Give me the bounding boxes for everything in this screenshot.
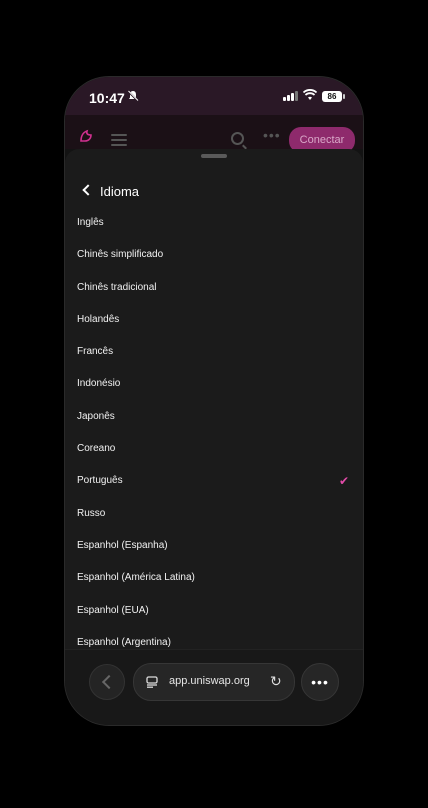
browser-back-button[interactable]: [89, 664, 125, 700]
battery-icon: 86: [322, 91, 345, 102]
status-time: 10:47: [89, 90, 125, 106]
reload-icon[interactable]: ↻: [270, 673, 282, 690]
checkmark-icon: ✔: [338, 474, 349, 489]
language-label: Chinês simplificado: [77, 249, 164, 261]
language-item[interactable]: Espanhol (Espanha): [65, 530, 363, 562]
language-item[interactable]: Holandês: [65, 304, 363, 336]
search-icon[interactable]: [231, 132, 244, 145]
language-item[interactable]: Espanhol (EUA): [65, 595, 363, 627]
page-menu-icon[interactable]: [146, 675, 158, 688]
cellular-signal-icon: [283, 91, 299, 101]
language-label: Francês: [77, 346, 114, 358]
language-label: Espanhol (EUA): [77, 604, 149, 616]
language-item[interactable]: Francês: [65, 336, 363, 368]
language-label: Russo: [77, 507, 106, 519]
language-sheet: Idioma Inglês Chinês simplificado Chinês…: [65, 149, 363, 649]
language-item[interactable]: Japonês: [65, 401, 363, 433]
language-item[interactable]: Coreano: [65, 433, 363, 465]
uniswap-logo-icon[interactable]: [79, 129, 93, 143]
language-label: Indonésio: [77, 378, 121, 390]
language-label: Holandês: [77, 313, 120, 325]
browser-toolbar: app.uniswap.org ↻ •••: [65, 649, 363, 725]
language-label: Espanhol (América Latina): [77, 572, 195, 584]
wifi-icon: [302, 88, 318, 106]
back-arrow-icon[interactable]: [81, 184, 91, 196]
language-list: Inglês Chinês simplificado Chinês tradic…: [65, 207, 363, 649]
language-label: Inglês: [77, 217, 104, 228]
browser-more-button[interactable]: •••: [301, 663, 339, 701]
more-options-icon[interactable]: •••: [263, 127, 281, 143]
language-label: Japonês: [77, 410, 115, 422]
language-label: Espanhol (Espanha): [77, 539, 168, 551]
sheet-drag-handle[interactable]: [201, 154, 227, 158]
bell-muted-icon: [127, 90, 139, 105]
sheet-title: Idioma: [100, 184, 140, 199]
language-label: Chinês tradicional: [77, 281, 157, 293]
language-item[interactable]: Chinês simplificado: [65, 239, 363, 271]
language-item[interactable]: Indonésio: [65, 368, 363, 400]
address-bar[interactable]: app.uniswap.org ↻: [133, 663, 295, 701]
phone-frame: 10:47 86 ••• Conectar Idioma Inglês Chin…: [65, 77, 363, 725]
status-bar: 10:47 86: [65, 77, 363, 115]
language-item[interactable]: Espanhol (Argentina): [65, 627, 363, 649]
language-item-selected[interactable]: Português ✔: [65, 465, 363, 497]
app-header: ••• Conectar: [65, 115, 363, 153]
language-item[interactable]: Inglês: [65, 207, 363, 239]
language-label: Espanhol (Argentina): [77, 636, 171, 648]
language-label: Português: [77, 475, 123, 487]
language-item[interactable]: Espanhol (América Latina): [65, 562, 363, 594]
language-item[interactable]: Russo: [65, 498, 363, 530]
language-item[interactable]: Chinês tradicional: [65, 272, 363, 304]
url-text: app.uniswap.org: [169, 675, 250, 687]
hamburger-menu-icon[interactable]: [111, 134, 127, 149]
language-label: Coreano: [77, 443, 116, 455]
